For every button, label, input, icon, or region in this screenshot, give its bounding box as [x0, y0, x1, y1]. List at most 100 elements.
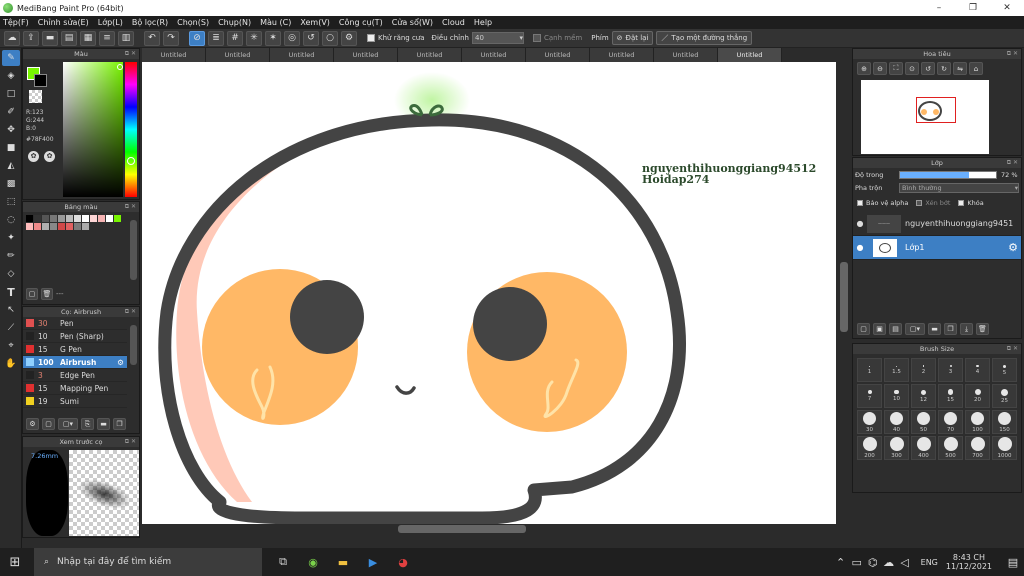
windows-start-icon[interactable]: ⊞	[0, 548, 30, 576]
cloud-sync-icon[interactable]: ☁	[881, 548, 897, 576]
brush-size-option[interactable]: 40	[884, 410, 909, 434]
brush-size-option[interactable]: 5	[992, 358, 1017, 382]
float-icon[interactable]: ⧉ ✕	[1007, 49, 1018, 59]
maximize-button[interactable]: ❐	[956, 0, 990, 16]
actual-size-icon[interactable]: ⊙	[905, 62, 919, 75]
folder-brush-icon[interactable]: ▬	[97, 418, 110, 430]
brush-item[interactable]: 100 Airbrush ⚙	[23, 356, 127, 369]
lock-icon[interactable]: ⌂	[969, 62, 983, 75]
tab-untitled[interactable]: Untitled	[270, 48, 334, 62]
brush-size-option[interactable]: 12	[911, 384, 936, 408]
volume-icon[interactable]: ◁	[897, 548, 913, 576]
eyedropper-tool-icon[interactable]: ⌖	[2, 338, 20, 354]
brush-item[interactable]: 19 Sumi	[23, 395, 127, 408]
color-swatch[interactable]	[114, 215, 121, 222]
color-swatch[interactable]	[66, 223, 73, 230]
float-icon[interactable]: ⧉ ✕	[125, 437, 136, 447]
tab-untitled-active[interactable]: Untitled	[718, 48, 782, 62]
select-eraser-tool-icon[interactable]: ◇	[2, 266, 20, 282]
language-indicator[interactable]: ENG	[921, 558, 938, 567]
new-8bit-layer-icon[interactable]: ▤	[889, 323, 902, 335]
page-icon[interactable]: ▦	[80, 30, 96, 46]
magic-wand-tool-icon[interactable]: ✦	[2, 230, 20, 246]
menu-file[interactable]: Tệp(F)	[3, 18, 29, 27]
rotate-left-icon[interactable]: ↺	[921, 62, 935, 75]
brush-size-option[interactable]: 25	[992, 384, 1017, 408]
select-pen-tool-icon[interactable]: ✏	[2, 248, 20, 264]
dot-tool-icon[interactable]: ✐	[2, 104, 20, 120]
canvas-vertical-scrollbar[interactable]	[838, 62, 850, 534]
antialias-checkbox[interactable]	[367, 34, 375, 42]
brush-size-option[interactable]: 50	[911, 410, 936, 434]
brush-item[interactable]: 30 Pen	[23, 317, 127, 330]
brush-size-option[interactable]: 150	[992, 410, 1017, 434]
menu-layer[interactable]: Lớp(L)	[98, 18, 123, 27]
brush-size-option[interactable]: 15	[938, 384, 963, 408]
color-wheel-icon[interactable]: ✿	[28, 151, 39, 162]
zoom-out-icon[interactable]: ⊖	[873, 62, 887, 75]
edge-checkbox[interactable]	[533, 34, 541, 42]
fill-rect-tool-icon[interactable]: ■	[2, 140, 20, 156]
delete-swatch-icon[interactable]: 🗑	[41, 288, 53, 300]
color-swatch[interactable]	[98, 215, 105, 222]
brush-size-option[interactable]: 1	[857, 358, 882, 382]
color-swatch[interactable]	[50, 215, 57, 222]
layer-row-selected[interactable]: ● Lớp1 ⚙	[853, 236, 1021, 260]
brush-size-option[interactable]: 400	[911, 436, 936, 460]
color-swatch[interactable]	[26, 215, 33, 222]
color-swatch[interactable]	[82, 215, 89, 222]
menu-filter[interactable]: Bộ lọc(R)	[132, 18, 168, 27]
brush-size-option[interactable]: 30	[857, 410, 882, 434]
straight-line-button[interactable]: ／ Tạo một đường thẳng	[656, 31, 753, 45]
brush-item[interactable]: 15 G Pen	[23, 343, 127, 356]
new-swatch-icon[interactable]: ▢	[26, 288, 38, 300]
blend-select[interactable]: Bình thường ▾	[899, 183, 1019, 193]
brush-tool-icon[interactable]: ✎	[2, 50, 20, 66]
tab-untitled[interactable]: Untitled	[654, 48, 718, 62]
notification-icon[interactable]: ▤	[1002, 548, 1024, 576]
add-brush-icon[interactable]: ▢▾	[58, 418, 78, 430]
tab-untitled[interactable]: Untitled	[462, 48, 526, 62]
drawing-canvas[interactable]: nguyenthihuonggiang94512 Hoidap274	[142, 62, 836, 526]
menu-help[interactable]: Help	[474, 18, 492, 27]
float-icon[interactable]: ⧉ ✕	[1007, 344, 1018, 354]
comic-icon[interactable]: ▤	[61, 30, 77, 46]
lock-checkbox[interactable]	[958, 200, 965, 206]
cloud-icon[interactable]: ☁	[4, 30, 20, 46]
brush-size-option[interactable]: 20	[965, 384, 990, 408]
comment-icon[interactable]: ▬	[42, 30, 58, 46]
rotate-right-icon[interactable]: ↻	[937, 62, 951, 75]
copy-brush-icon[interactable]: ⎘	[81, 418, 94, 430]
menu-snap[interactable]: Chụp(N)	[218, 18, 251, 27]
brush-item[interactable]: 15 Mapping Pen	[23, 382, 127, 395]
reset-button[interactable]: ⊘ Đặt lại	[611, 31, 654, 45]
transparent-swatch[interactable]	[29, 90, 42, 103]
eraser-tool-icon[interactable]: ◈	[2, 68, 20, 84]
undo-icon[interactable]: ↶	[144, 30, 160, 46]
sv-picker[interactable]	[63, 62, 123, 197]
protect-alpha-toggle[interactable]: Bảo vệ alpha	[857, 199, 908, 207]
zoom-in-icon[interactable]: ⊕	[857, 62, 871, 75]
share-icon[interactable]: ⇪	[23, 30, 39, 46]
add-layer-menu-icon[interactable]: ▢▾	[905, 323, 925, 335]
eye-icon[interactable]: ●	[853, 219, 867, 228]
gradient-tool-icon[interactable]: ▩	[2, 176, 20, 192]
brush-size-option[interactable]: 500	[938, 436, 963, 460]
tab-untitled[interactable]: Untitled	[206, 48, 270, 62]
brush-size-option[interactable]: 4	[965, 358, 990, 382]
eye-icon[interactable]: ●	[853, 243, 867, 252]
chrome-icon[interactable]: ◕	[388, 548, 418, 576]
taskbar-search[interactable]: ⌕ Nhập tại đây để tìm kiếm	[34, 548, 262, 576]
edge-toggle[interactable]: Cạnh mềm	[533, 34, 582, 42]
rect-tool-icon[interactable]: □	[2, 86, 20, 102]
color-swatch[interactable]	[58, 223, 65, 230]
select-tool-icon[interactable]: ⬚	[2, 194, 20, 210]
move-tool-icon[interactable]: ✥	[2, 122, 20, 138]
canvas-horizontal-scrollbar[interactable]	[142, 524, 836, 534]
fit-icon[interactable]: ⛶	[889, 62, 903, 75]
task-view-icon[interactable]: ⧉	[268, 548, 298, 576]
tray-chevron-up-icon[interactable]: ⌃	[833, 548, 849, 576]
duplicate-brush-icon[interactable]: ❐	[113, 418, 126, 430]
new-layer-icon[interactable]: ▢	[857, 323, 870, 335]
snap-off-icon[interactable]: ⊘	[189, 30, 205, 46]
